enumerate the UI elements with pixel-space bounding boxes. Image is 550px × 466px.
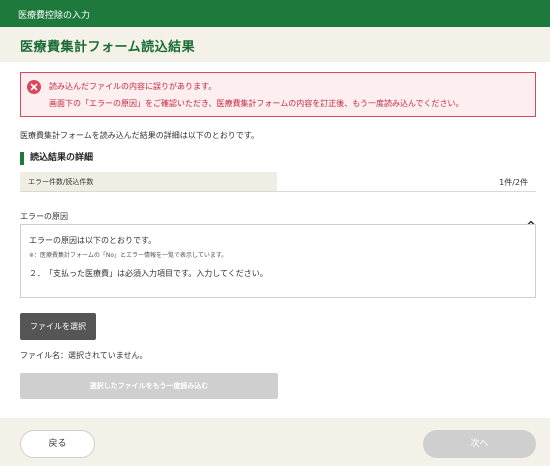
- reload-file-button[interactable]: 選択したファイルをもう一度読み込む: [20, 373, 278, 399]
- file-name-status: ファイル名：選択されていません。: [20, 351, 148, 360]
- footer-bar: 戻る 次へ: [0, 418, 550, 466]
- page-title: 医療費集計フォーム読込結果: [20, 40, 196, 55]
- error-message-line1: 読み込んだファイルの内容に誤りがあります。: [49, 82, 217, 91]
- page-title-bar: 医療費集計フォーム読込結果: [0, 27, 550, 62]
- intro-text: 医療費集計フォームを読み込んだ結果の詳細は以下のとおりです。: [20, 131, 259, 140]
- select-file-button[interactable]: ファイルを選択: [20, 313, 96, 340]
- error-message-line2: 画面下の「エラーの原因」をご確認いただき、医療費集計フォームの内容を訂正後、もう…: [49, 99, 464, 108]
- error-circle-x-icon: [27, 80, 41, 94]
- next-button[interactable]: 次へ: [423, 430, 536, 458]
- error-banner: 読み込んだファイルの内容に誤りがあります。 画面下の「エラーの原因」をご確認いた…: [20, 72, 536, 117]
- details-heading: 読込結果の詳細: [20, 152, 93, 165]
- app-title: 医療費控除の入力: [18, 11, 91, 21]
- cause-summary: エラーの原因は以下のとおりです。: [29, 236, 157, 245]
- chevron-up-icon[interactable]: [526, 212, 536, 226]
- cause-note: ※：医療費集計フォームの「No」とエラー情報を一覧で表示しています。: [29, 252, 228, 259]
- back-button[interactable]: 戻る: [20, 430, 95, 458]
- cause-item: ２． 「支払った医療費」は必須入力項目です。入力してください。: [29, 269, 268, 278]
- error-count-label: エラー件数/読込件数: [20, 172, 277, 191]
- error-count-row: エラー件数/読込件数 1件/2件: [20, 172, 536, 192]
- error-count-value: 1件/2件: [499, 178, 528, 187]
- cause-panel: エラーの原因は以下のとおりです。 ※：医療費集計フォームの「No」とエラー情報を…: [20, 224, 536, 298]
- app-header-bar: 医療費控除の入力: [0, 0, 550, 27]
- cause-label: エラーの原因: [20, 212, 68, 221]
